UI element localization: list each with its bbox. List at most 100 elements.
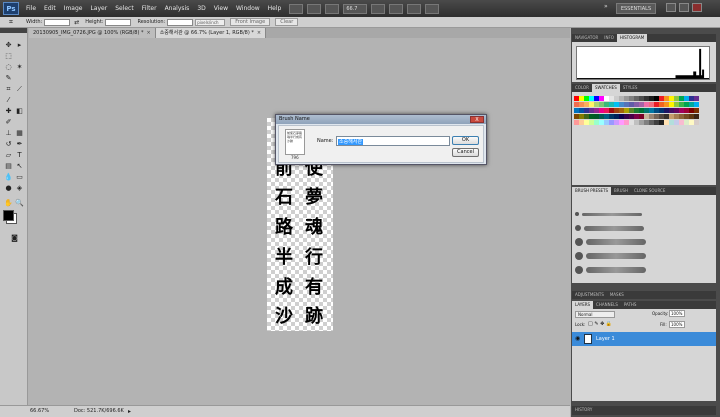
menu-select[interactable]: Select bbox=[111, 5, 138, 12]
menu-edit[interactable]: Edit bbox=[40, 5, 60, 12]
tab-channels[interactable]: CHANNELS bbox=[593, 301, 621, 309]
tab-masks[interactable]: MASKS bbox=[607, 291, 627, 299]
type-tool-icon[interactable]: T bbox=[14, 150, 25, 160]
brush-preset-row[interactable] bbox=[575, 237, 646, 247]
brush-tool-icon[interactable]: ✐ bbox=[3, 117, 14, 127]
close-tab-icon[interactable]: × bbox=[147, 30, 151, 36]
lasso-tool-icon[interactable]: ◌ bbox=[3, 62, 14, 72]
dialog-close-button[interactable]: X bbox=[470, 116, 484, 123]
zoom-level-select[interactable]: 66.7 bbox=[343, 3, 368, 14]
color-swatch[interactable] bbox=[694, 108, 699, 113]
hand-tool-icon-2[interactable]: ✋ bbox=[3, 198, 14, 208]
patch-tool-icon[interactable]: ◧ bbox=[14, 106, 25, 116]
tab-brush[interactable]: BRUSH bbox=[611, 187, 631, 195]
fill-input[interactable]: 100% bbox=[669, 321, 685, 328]
status-menu-icon[interactable]: ▸ bbox=[128, 406, 131, 417]
rotate-view-icon[interactable] bbox=[389, 3, 404, 14]
toolbox-grip[interactable] bbox=[0, 28, 27, 33]
tab-swatches[interactable]: SWATCHES bbox=[591, 84, 620, 92]
slice-tool-icon[interactable]: ⟋ bbox=[14, 84, 25, 94]
healing-brush-tool-icon[interactable]: ✚ bbox=[3, 106, 14, 116]
tab-info[interactable]: INFO bbox=[601, 34, 617, 42]
quick-mask-icon[interactable]: ◙ bbox=[9, 233, 20, 243]
tab-brush-presets[interactable]: BRUSH PRESETS bbox=[572, 187, 612, 195]
tab-styles[interactable]: STYLES bbox=[620, 84, 641, 92]
path-selection-tool-icon[interactable]: ↖ bbox=[14, 161, 25, 171]
resolution-unit-select[interactable]: pixels/inch bbox=[195, 18, 226, 26]
color-swatch[interactable] bbox=[694, 96, 699, 101]
tab-color[interactable]: COLOR bbox=[572, 84, 592, 92]
color-swatch[interactable] bbox=[694, 120, 699, 125]
pattern-stamp-tool-icon[interactable]: ▦ bbox=[14, 128, 25, 138]
artboard-tool-icon[interactable]: ▸ bbox=[14, 40, 25, 50]
marquee-tool-icon[interactable]: ⬚ bbox=[3, 51, 14, 61]
foreground-color-swatch[interactable] bbox=[3, 210, 14, 221]
swap-dimensions-icon[interactable]: ⇄ bbox=[74, 19, 79, 26]
quick-select-tool-icon[interactable]: ✎ bbox=[3, 73, 14, 83]
dodge-tool-icon[interactable]: ● bbox=[3, 183, 14, 193]
menu-file[interactable]: File bbox=[22, 5, 40, 12]
eyedropper-tool-icon[interactable]: ⁄ bbox=[3, 95, 14, 105]
workspace-chevron-icon[interactable]: » bbox=[604, 3, 612, 13]
zoom-tool-icon[interactable]: 🔍 bbox=[14, 198, 25, 208]
menu-image[interactable]: Image bbox=[60, 5, 87, 12]
3d-tool-icon[interactable]: ◈ bbox=[14, 183, 25, 193]
workspace-essentials-button[interactable]: ESSENTIALS bbox=[616, 3, 656, 14]
tab-paths[interactable]: PATHS bbox=[621, 301, 640, 309]
doc-tab-1[interactable]: 20130905_IMG_0726.JPG @ 100% (RGB/8) * × bbox=[29, 28, 156, 38]
ok-button[interactable]: OK bbox=[452, 136, 479, 145]
clone-stamp-tool-icon[interactable]: ⊥ bbox=[3, 128, 14, 138]
close-tab-icon[interactable]: × bbox=[257, 30, 261, 36]
eraser-tool-icon[interactable]: ▱ bbox=[3, 150, 14, 160]
mini-bridge-icon[interactable] bbox=[307, 3, 322, 14]
brush-preset-row[interactable] bbox=[575, 265, 646, 275]
menu-3d[interactable]: 3D bbox=[193, 5, 209, 12]
resolution-input[interactable] bbox=[167, 18, 194, 26]
brush-preset-row[interactable] bbox=[575, 223, 644, 233]
arrange-documents-icon[interactable] bbox=[407, 3, 422, 14]
brush-name-input[interactable]: 소중해서관 bbox=[336, 136, 450, 146]
shape-tool-icon[interactable]: ▭ bbox=[14, 172, 25, 182]
close-window-icon[interactable] bbox=[692, 3, 702, 12]
cancel-button[interactable]: Cancel bbox=[452, 148, 479, 157]
height-input[interactable] bbox=[105, 18, 132, 26]
layer-row[interactable]: ◉ Layer 1 bbox=[572, 332, 716, 346]
tab-navigator[interactable]: NAVIGATOR bbox=[572, 34, 601, 42]
minimize-icon[interactable] bbox=[666, 3, 676, 12]
bridge-icon[interactable] bbox=[289, 3, 304, 14]
menu-filter[interactable]: Filter bbox=[138, 5, 161, 12]
visibility-eye-icon[interactable]: ◉ bbox=[575, 332, 580, 346]
status-zoom[interactable]: 66.67% bbox=[30, 406, 49, 417]
move-tool-icon[interactable]: ✥ bbox=[3, 40, 14, 50]
menu-analysis[interactable]: Analysis bbox=[161, 5, 194, 12]
width-input[interactable] bbox=[44, 18, 71, 26]
pen-tool-icon[interactable]: ✒ bbox=[14, 139, 25, 149]
brush-preset-row[interactable] bbox=[575, 209, 642, 219]
tab-clone-source[interactable]: CLONE SOURCE bbox=[631, 187, 668, 195]
color-swatch[interactable] bbox=[694, 102, 699, 107]
tab-history[interactable]: HISTORY bbox=[572, 406, 595, 415]
tab-layers[interactable]: LAYERS bbox=[572, 301, 594, 309]
menu-layer[interactable]: Layer bbox=[86, 5, 111, 12]
brush-preset-row[interactable] bbox=[575, 251, 646, 261]
menu-window[interactable]: Window bbox=[232, 5, 264, 12]
gradient-tool-icon[interactable]: ▤ bbox=[3, 161, 14, 171]
clear-button[interactable]: Clear bbox=[275, 18, 299, 26]
maximize-icon[interactable] bbox=[679, 3, 689, 12]
lock-icons[interactable]: □ ✎ ✥ 🔒 bbox=[588, 321, 612, 327]
view-extras-icon[interactable] bbox=[325, 3, 340, 14]
magic-wand-tool-icon[interactable]: ✶ bbox=[14, 62, 25, 72]
tab-histogram[interactable]: HISTOGRAM bbox=[616, 34, 648, 42]
screen-mode-icon[interactable] bbox=[425, 3, 440, 14]
menu-view[interactable]: View bbox=[210, 5, 232, 12]
blend-mode-select[interactable]: Normal bbox=[575, 311, 615, 318]
crop-tool-icon[interactable]: ⌗ bbox=[3, 84, 14, 94]
history-brush-tool-icon[interactable]: ↺ bbox=[3, 139, 14, 149]
opacity-input[interactable]: 100% bbox=[669, 310, 685, 317]
front-image-button[interactable]: Front Image bbox=[230, 18, 271, 26]
crop-tool-preset-icon[interactable]: ⌗ bbox=[2, 17, 20, 27]
hand-tool-icon[interactable] bbox=[371, 3, 386, 14]
color-swatch[interactable] bbox=[694, 114, 699, 119]
menu-help[interactable]: Help bbox=[264, 5, 286, 12]
doc-tab-2[interactable]: 소중해서관 @ 66.7% (Layer 1, RGB/8) * × bbox=[155, 28, 267, 38]
